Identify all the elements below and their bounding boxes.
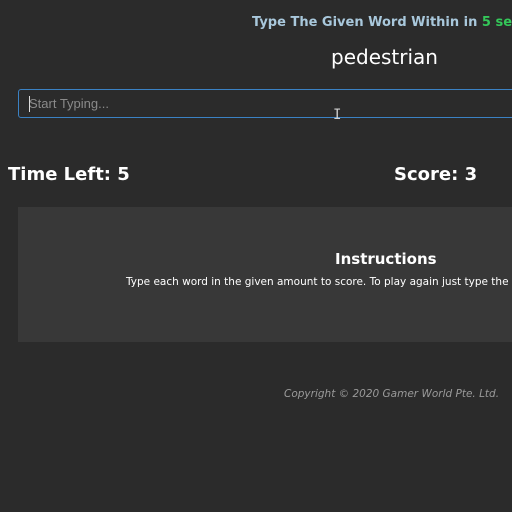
word-input-wrapper[interactable] — [18, 89, 512, 118]
time-left: Time Left: 5 — [8, 164, 130, 185]
copyright-text: Copyright © 2020 Gamer World Pte. Ltd. — [284, 388, 500, 400]
input-caret — [29, 96, 30, 112]
instructions-panel: Instructions Type each word in the given… — [18, 207, 512, 342]
text-cursor-icon: I — [333, 107, 342, 123]
time-left-value: 5 — [117, 164, 130, 185]
prompt-line: Type The Given Word Within in 5 seconds — [252, 15, 512, 30]
score-value: 3 — [464, 164, 478, 185]
game-page: Type The Given Word Within in 5 seconds … — [0, 0, 512, 512]
word-input[interactable] — [19, 90, 512, 117]
seconds-text: 5 seconds — [481, 15, 512, 30]
score-label: Score: — [394, 164, 459, 185]
prompt-prefix: Type The Given Word Within — [252, 15, 460, 30]
current-word: pedestrian — [331, 45, 438, 69]
instructions-text: Type each word in the given amount to sc… — [126, 276, 512, 288]
score: Score: 3 — [394, 164, 477, 185]
time-left-label: Time Left: — [8, 164, 111, 185]
prompt-in: in — [463, 15, 478, 30]
instructions-title: Instructions — [335, 250, 437, 268]
